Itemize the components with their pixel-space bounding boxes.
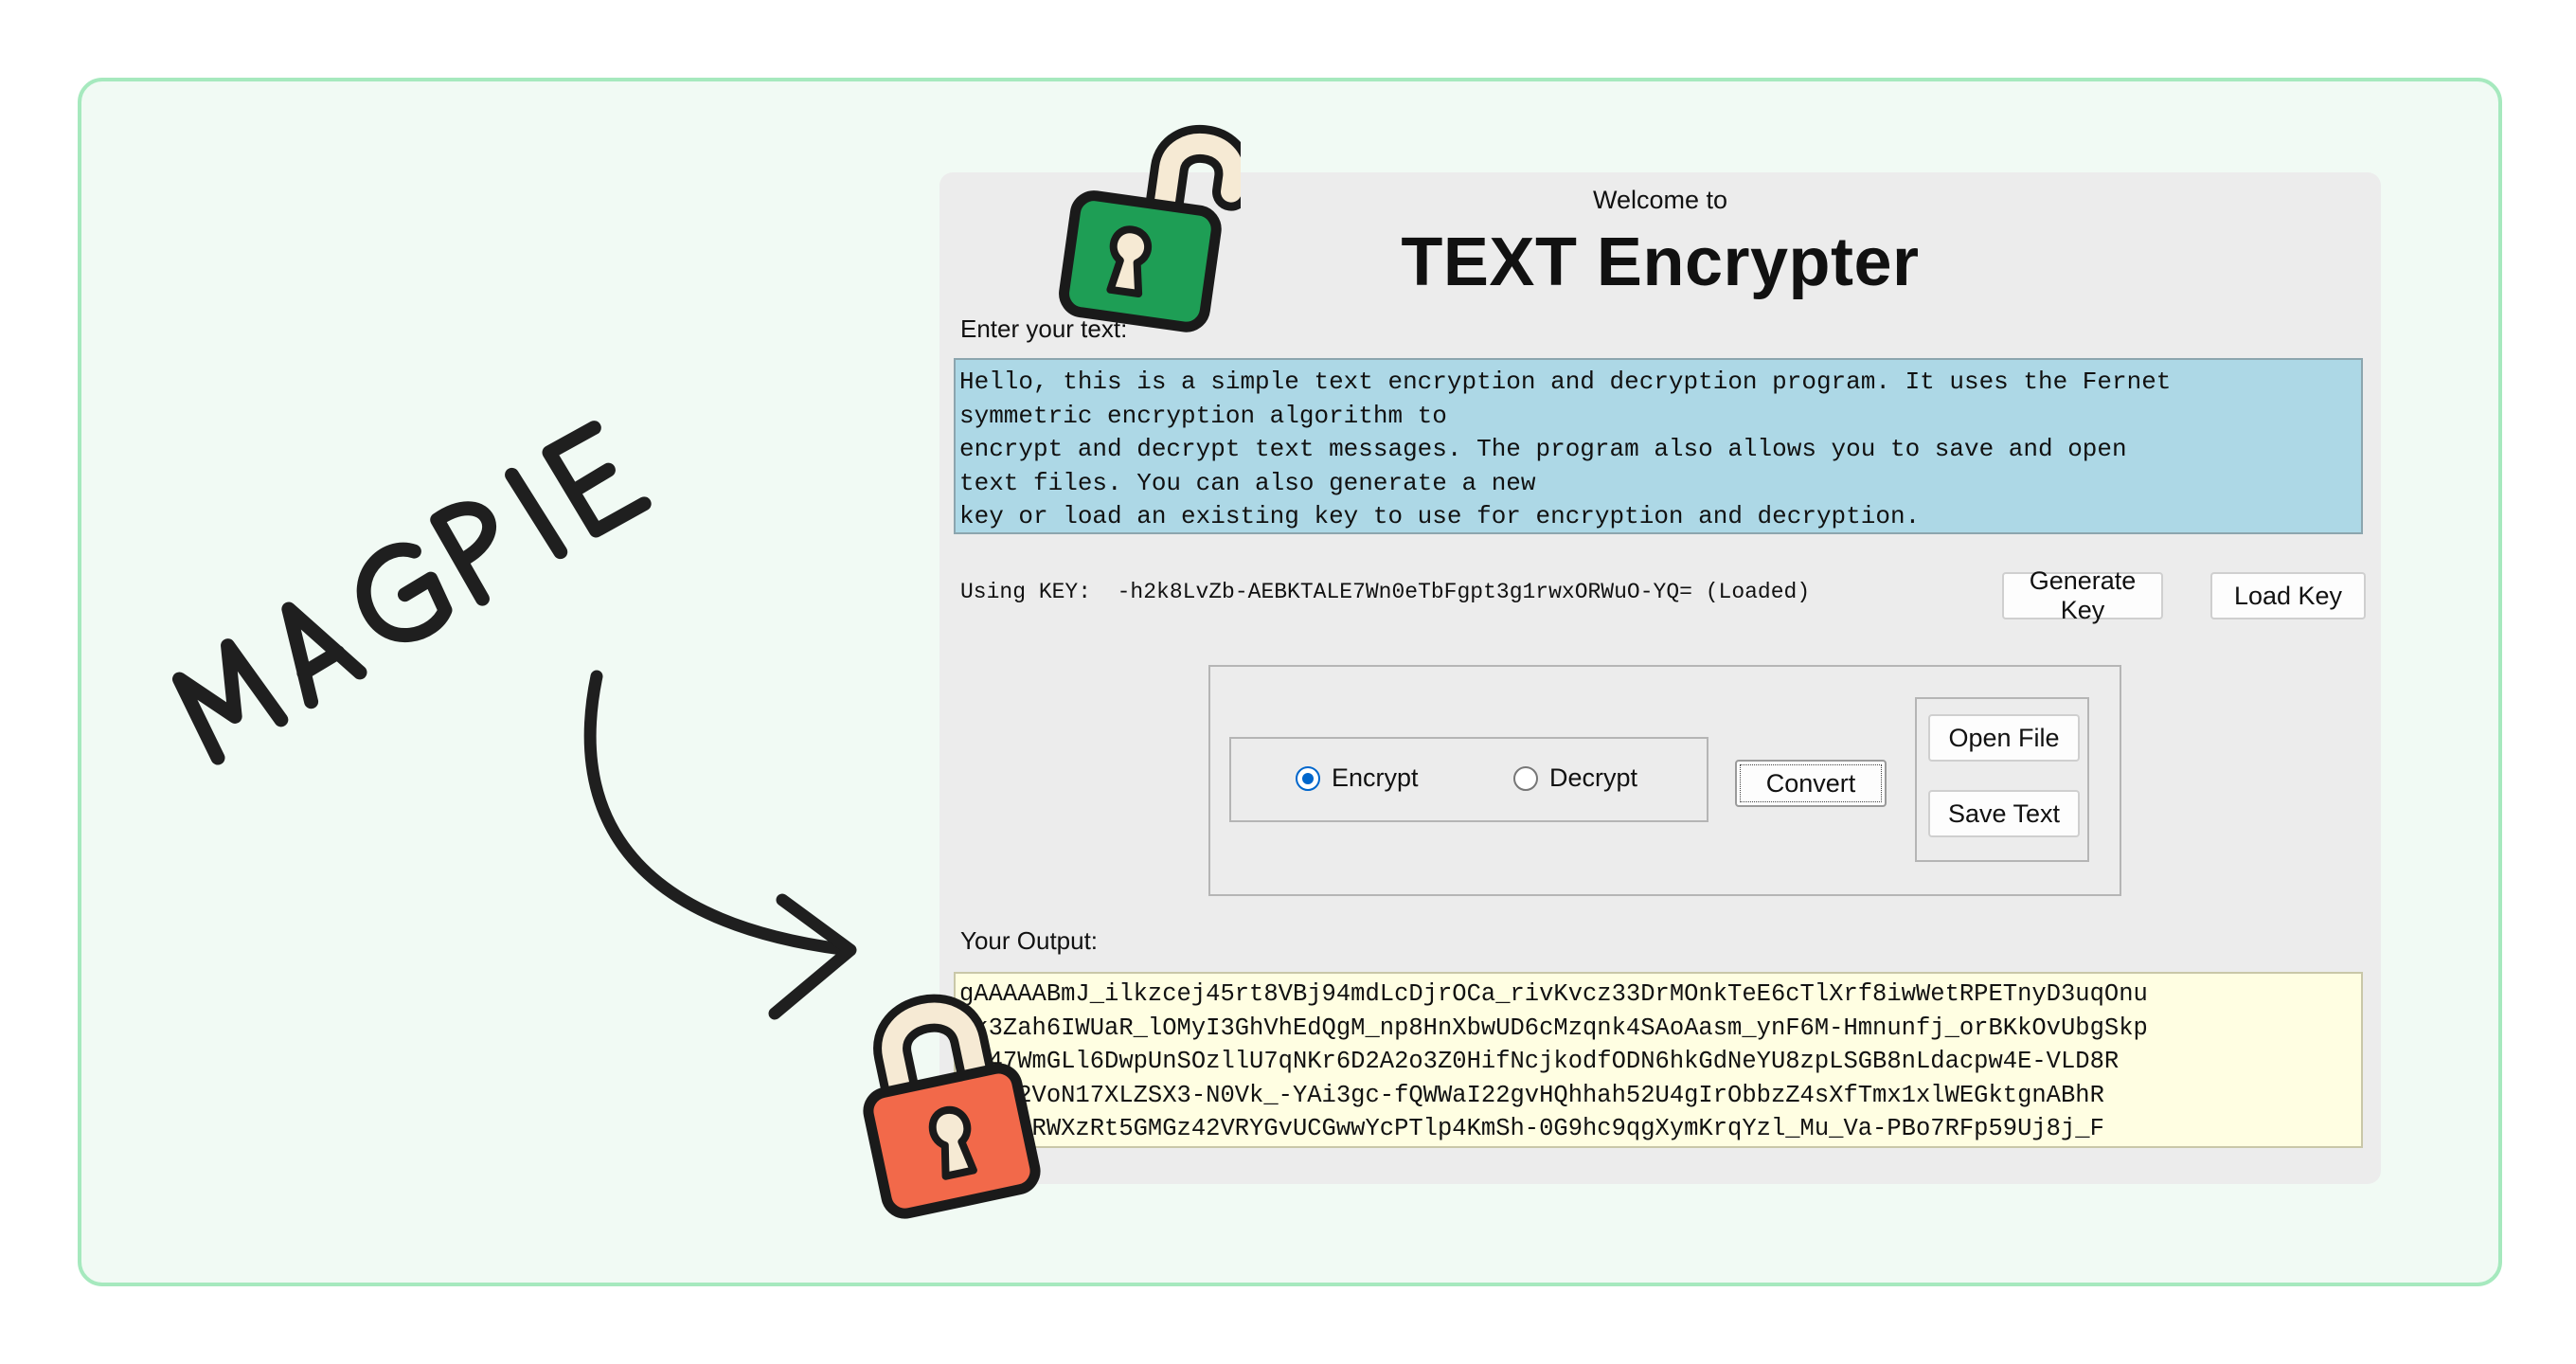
output-line: WI47WmGLl6DwpUnSOzllU7qNKr6D2A2o3Z0HifNc… bbox=[959, 1048, 2120, 1075]
output-line: gAAAAABmJ_ilkzcej45rt8VBj94mdLcDjrOCa_ri… bbox=[959, 980, 2148, 1008]
output-line: J3k_pRWXzRt5GMGz42VRYGvUCGwwYcPTlp4KmSh-… bbox=[959, 1115, 2104, 1142]
key-status: Using KEY: -h2k8LvZb-AEBKTALE7Wn0eTbFgpt… bbox=[960, 580, 1811, 604]
convert-button[interactable]: Convert bbox=[1735, 760, 1887, 807]
save-text-button[interactable]: Save Text bbox=[1928, 790, 2080, 837]
decrypt-radio[interactable]: Decrypt bbox=[1513, 763, 1637, 793]
input-textarea[interactable]: Hello, this is a simple text encryption … bbox=[954, 358, 2363, 534]
output-line: qUzI2VoN17XLZSX3-N0Vk_-YAi3gc-fQWWaI22gv… bbox=[959, 1081, 2104, 1109]
input-line: text files. You can also generate a new bbox=[959, 468, 1536, 497]
output-line: Uk3Zah6IWUaR_lOMyI3GhVhEdQgM_np8HnXbwUD6… bbox=[959, 1014, 2148, 1042]
open-padlock-icon bbox=[1059, 125, 1241, 332]
curved-arrow-icon bbox=[583, 670, 857, 1020]
open-file-button[interactable]: Open File bbox=[1928, 714, 2080, 762]
input-line: key or load an existing key to use for e… bbox=[959, 502, 1921, 530]
output-label: Your Output: bbox=[960, 926, 1099, 955]
radio-checked-icon bbox=[1296, 765, 1320, 791]
encrypt-label: Encrypt bbox=[1332, 763, 1419, 792]
radio-unchecked-icon bbox=[1513, 765, 1538, 791]
encrypt-radio[interactable]: Encrypt bbox=[1296, 763, 1419, 793]
load-key-button[interactable]: Load Key bbox=[2210, 572, 2366, 619]
input-line: Hello, this is a simple text encryption … bbox=[959, 368, 2172, 396]
output-textarea[interactable]: gAAAAABmJ_ilkzcej45rt8VBj94mdLcDjrOCa_ri… bbox=[954, 972, 2363, 1148]
input-line: encrypt and decrypt text messages. The p… bbox=[959, 435, 2127, 463]
input-line: symmetric encryption algorithm to bbox=[959, 401, 1447, 430]
generate-key-button[interactable]: Generate Key bbox=[2002, 566, 2163, 624]
decrypt-label: Decrypt bbox=[1549, 763, 1638, 792]
closed-padlock-icon bbox=[863, 994, 1041, 1219]
